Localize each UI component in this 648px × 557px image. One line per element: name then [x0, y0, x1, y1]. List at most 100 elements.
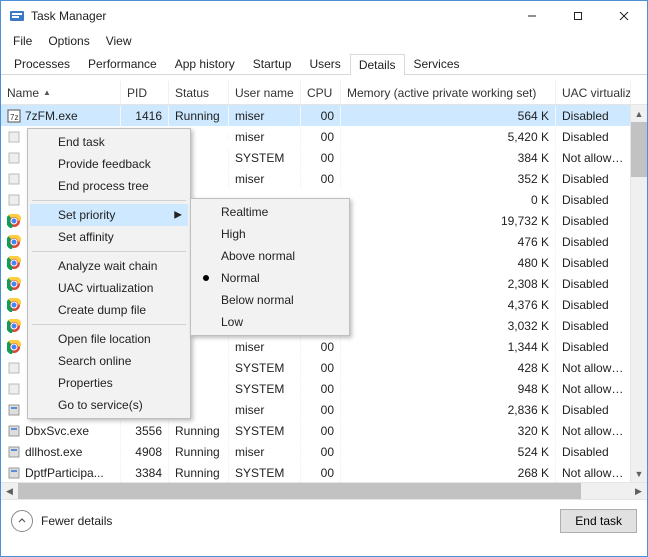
titlebar: Task Manager	[1, 1, 647, 31]
context-menu-item[interactable]: Open file location	[30, 328, 188, 350]
process-name: dllhost.exe	[25, 445, 82, 459]
context-menu-item[interactable]: Set priority▶	[30, 204, 188, 226]
menu-view[interactable]: View	[98, 32, 140, 50]
priority-menu-item[interactable]: Normal	[193, 267, 347, 289]
priority-menu-item[interactable]: Above normal	[193, 245, 347, 267]
footer: Fewer details End task	[1, 500, 647, 542]
process-cpu: 00	[301, 442, 341, 462]
process-memory: 2,308 K	[341, 274, 556, 294]
tab-startup[interactable]: Startup	[244, 53, 301, 74]
column-header-row: Name▲ PID Status User name CPU Memory (a…	[1, 81, 647, 105]
column-header-status[interactable]: Status	[169, 81, 229, 104]
fewer-details-button[interactable]: Fewer details	[11, 510, 112, 532]
process-cpu: 00	[301, 358, 341, 378]
window-title: Task Manager	[31, 9, 106, 23]
table-row[interactable]: dllhost.exe4908Runningmiser00524 KDisabl…	[1, 441, 647, 462]
process-name: DptfParticipa...	[25, 466, 104, 480]
horizontal-scrollbar[interactable]: ◀ ▶	[1, 482, 647, 499]
selected-bullet-icon	[203, 275, 209, 281]
context-menu-item[interactable]: Search online	[30, 350, 188, 372]
priority-menu-item[interactable]: Below normal	[193, 289, 347, 311]
tab-processes[interactable]: Processes	[5, 53, 79, 74]
horizontal-scrollbar-thumb[interactable]	[18, 483, 581, 499]
process-icon	[7, 424, 21, 438]
column-header-pid[interactable]: PID	[121, 81, 169, 104]
close-button[interactable]	[601, 1, 647, 31]
process-status: Running	[169, 463, 229, 483]
priority-menu-item[interactable]: Low	[193, 311, 347, 333]
context-menu-item[interactable]: Create dump file	[30, 299, 188, 321]
process-uac: Disabled	[556, 190, 631, 210]
process-user: SYSTEM	[229, 463, 301, 483]
tab-services[interactable]: Services	[405, 53, 469, 74]
scroll-left-arrow-icon[interactable]: ◀	[1, 483, 18, 499]
process-icon	[7, 214, 21, 228]
column-header-memory[interactable]: Memory (active private working set)	[341, 81, 556, 104]
process-icon	[7, 256, 21, 270]
process-user: miser	[229, 337, 301, 357]
priority-menu-item[interactable]: High	[193, 223, 347, 245]
process-memory: 3,032 K	[341, 316, 556, 336]
table-row[interactable]: DptfParticipa...3384RunningSYSTEM00268 K…	[1, 462, 647, 483]
priority-menu-label: Realtime	[221, 205, 268, 219]
process-pid: 4908	[121, 442, 169, 462]
context-menu-item[interactable]: Go to service(s)	[30, 394, 188, 416]
process-uac: Not allowed	[556, 148, 631, 168]
process-cpu: 00	[301, 463, 341, 483]
process-cpu: 00	[301, 379, 341, 399]
priority-submenu: Realtime HighAbove normal Normal Below norm…	[190, 198, 350, 336]
process-icon	[7, 172, 21, 186]
column-header-uac[interactable]: UAC virtualiza	[556, 81, 631, 104]
process-icon	[7, 361, 21, 375]
menu-options[interactable]: Options	[40, 32, 97, 50]
fewer-details-label: Fewer details	[41, 514, 112, 528]
process-memory: 19,732 K	[341, 211, 556, 231]
process-icon: 7z	[7, 109, 21, 123]
priority-menu-item[interactable]: Realtime	[193, 201, 347, 223]
table-row[interactable]: DbxSvc.exe3556RunningSYSTEM00320 KNot al…	[1, 420, 647, 441]
context-menu-item[interactable]: Properties	[30, 372, 188, 394]
context-menu-item[interactable]: Analyze wait chain	[30, 255, 188, 277]
minimize-button[interactable]	[509, 1, 555, 31]
tab-users[interactable]: Users	[300, 53, 349, 74]
priority-menu-label: Normal	[221, 271, 260, 285]
scroll-right-arrow-icon[interactable]: ▶	[630, 483, 647, 499]
column-header-name[interactable]: Name▲	[1, 81, 121, 104]
context-menu-separator	[32, 200, 186, 201]
context-menu-item[interactable]: Provide feedback	[30, 153, 188, 175]
end-task-button[interactable]: End task	[560, 509, 637, 533]
context-menu-item[interactable]: UAC virtualization	[30, 277, 188, 299]
scroll-down-arrow-icon[interactable]: ▼	[631, 465, 647, 482]
column-header-cpu[interactable]: CPU	[301, 81, 341, 104]
process-uac: Disabled	[556, 106, 631, 126]
process-memory: 352 K	[341, 169, 556, 189]
scroll-up-arrow-icon[interactable]: ▲	[631, 105, 647, 122]
tab-performance[interactable]: Performance	[79, 53, 166, 74]
process-uac: Disabled	[556, 127, 631, 147]
tabstrip: Processes Performance App history Startu…	[1, 51, 647, 75]
process-user: miser	[229, 127, 301, 147]
process-memory: 476 K	[341, 232, 556, 252]
tab-details[interactable]: Details	[350, 54, 405, 75]
process-memory: 268 K	[341, 463, 556, 483]
process-icon	[7, 130, 21, 144]
vertical-scrollbar[interactable]: ▲ ▼	[630, 105, 647, 482]
context-menu-item[interactable]: Set affinity	[30, 226, 188, 248]
table-row[interactable]: 7z7zFM.exe1416Runningmiser00564 KDisable…	[1, 105, 647, 126]
menu-file[interactable]: File	[5, 32, 40, 50]
vertical-scrollbar-thumb[interactable]	[631, 122, 647, 177]
process-memory: 5,420 K	[341, 127, 556, 147]
process-uac: Not allowed	[556, 379, 631, 399]
column-header-user[interactable]: User name	[229, 81, 301, 104]
process-user: miser	[229, 169, 301, 189]
process-uac: Disabled	[556, 337, 631, 357]
process-icon	[7, 298, 21, 312]
process-memory: 524 K	[341, 442, 556, 462]
process-user: miser	[229, 442, 301, 462]
maximize-button[interactable]	[555, 1, 601, 31]
context-menu-item[interactable]: End task	[30, 131, 188, 153]
process-context-menu: End taskProvide feedbackEnd process tree…	[27, 128, 191, 419]
tab-app-history[interactable]: App history	[166, 53, 244, 74]
process-memory: 320 K	[341, 421, 556, 441]
context-menu-item[interactable]: End process tree	[30, 175, 188, 197]
